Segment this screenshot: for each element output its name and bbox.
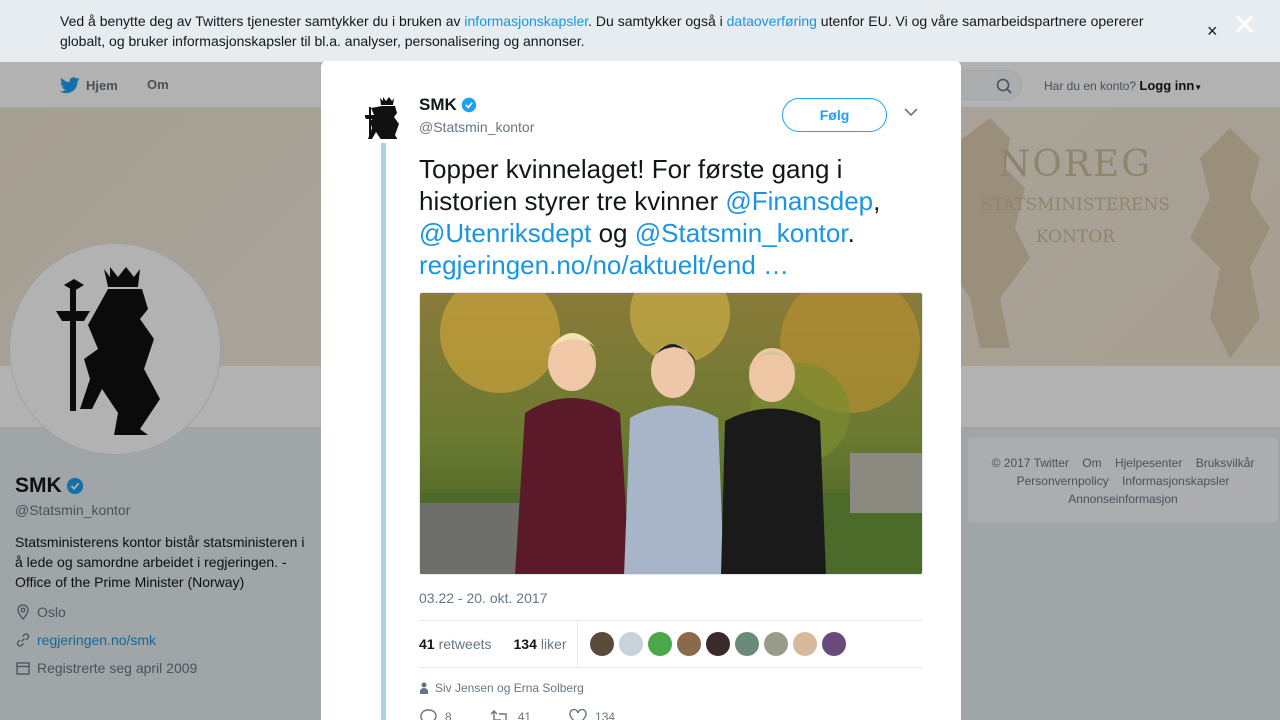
avatar[interactable] xyxy=(763,632,788,656)
mention-statsmin-kontor[interactable]: @Statsmin_kontor xyxy=(635,218,848,248)
retweet-count: 41 xyxy=(517,710,532,720)
photo-three-women-icon xyxy=(420,293,922,574)
tweet-text-4: . xyxy=(847,218,855,248)
tweet-stats: 41 retweets 134 liker xyxy=(419,620,923,668)
tweet-photo[interactable] xyxy=(419,292,923,575)
tweet-actions: 8 41 134 xyxy=(419,709,615,720)
tweet-text: Topper kvinnelaget! For første gang i hi… xyxy=(419,153,929,281)
cookie-link-cookies[interactable]: informasjonskapsler xyxy=(464,13,588,29)
avatar[interactable] xyxy=(734,632,759,656)
follow-button[interactable]: Følg xyxy=(782,98,887,132)
tweet-text-3: og xyxy=(591,218,635,248)
tweet-author-handle[interactable]: @Statsmin_kontor xyxy=(419,119,534,135)
tweet-author-name[interactable]: SMK xyxy=(419,95,457,115)
reply-count: 8 xyxy=(445,710,452,720)
avatar[interactable] xyxy=(792,632,817,656)
retweet-icon xyxy=(490,710,509,720)
cookie-link-data-transfer[interactable]: dataoverføring xyxy=(727,13,817,29)
tweet-modal: SMK @Statsmin_kontor Følg Topper kvinnel… xyxy=(321,61,961,720)
likes-label: liker xyxy=(540,636,567,652)
avatar[interactable] xyxy=(705,632,730,656)
likes-stat[interactable]: 134 liker xyxy=(514,636,567,652)
tagged-people[interactable]: Siv Jensen og Erna Solberg xyxy=(419,681,584,695)
verified-badge-icon xyxy=(461,97,476,113)
avatar[interactable] xyxy=(589,632,614,656)
reply-button[interactable]: 8 xyxy=(419,709,452,720)
tweet-author-name-row: SMK xyxy=(419,95,477,115)
cookie-text: Ved å benytte deg av Twitters tjenester … xyxy=(60,11,1170,51)
likes-count: 134 xyxy=(513,636,537,652)
thread-line xyxy=(381,143,386,720)
avatar[interactable] xyxy=(647,632,672,656)
retweets-count: 41 xyxy=(419,636,435,652)
avatar[interactable] xyxy=(821,632,846,656)
cookie-text-1: Ved å benytte deg av Twitters tjenester … xyxy=(60,13,465,29)
avatar[interactable] xyxy=(618,632,643,656)
tweet-link[interactable]: regjeringen.no/no/aktuelt/end … xyxy=(419,250,789,280)
tweet-author-avatar[interactable] xyxy=(365,95,403,139)
stats-divider xyxy=(576,620,578,668)
close-icon[interactable]: ✕ xyxy=(1232,8,1257,43)
cookie-consent-bar: Ved å benytte deg av Twitters tjenester … xyxy=(0,0,1280,62)
reply-icon xyxy=(420,709,437,720)
tagged-people-text: Siv Jensen og Erna Solberg xyxy=(435,681,584,695)
tweet-timestamp[interactable]: 03.22 - 20. okt. 2017 xyxy=(419,590,547,606)
avatar[interactable] xyxy=(676,632,701,656)
retweets-label: retweets xyxy=(438,636,492,652)
retweet-button[interactable]: 41 xyxy=(490,709,531,720)
retweets-stat[interactable]: 41 retweets xyxy=(419,636,492,652)
cookie-text-2: . Du samtykker også i xyxy=(588,13,727,29)
heart-icon xyxy=(569,709,587,720)
mention-utenriksdept[interactable]: @Utenriksdept xyxy=(419,218,591,248)
person-icon xyxy=(420,682,428,694)
mention-finansdep[interactable]: @Finansdep xyxy=(725,186,873,216)
like-button[interactable]: 134 xyxy=(569,709,615,720)
cookie-close-icon[interactable]: × xyxy=(1207,21,1218,42)
chevron-down-icon[interactable] xyxy=(904,107,918,117)
liker-avatars xyxy=(589,632,846,656)
like-count: 134 xyxy=(595,710,616,720)
tweet-text-2: , xyxy=(873,186,881,216)
